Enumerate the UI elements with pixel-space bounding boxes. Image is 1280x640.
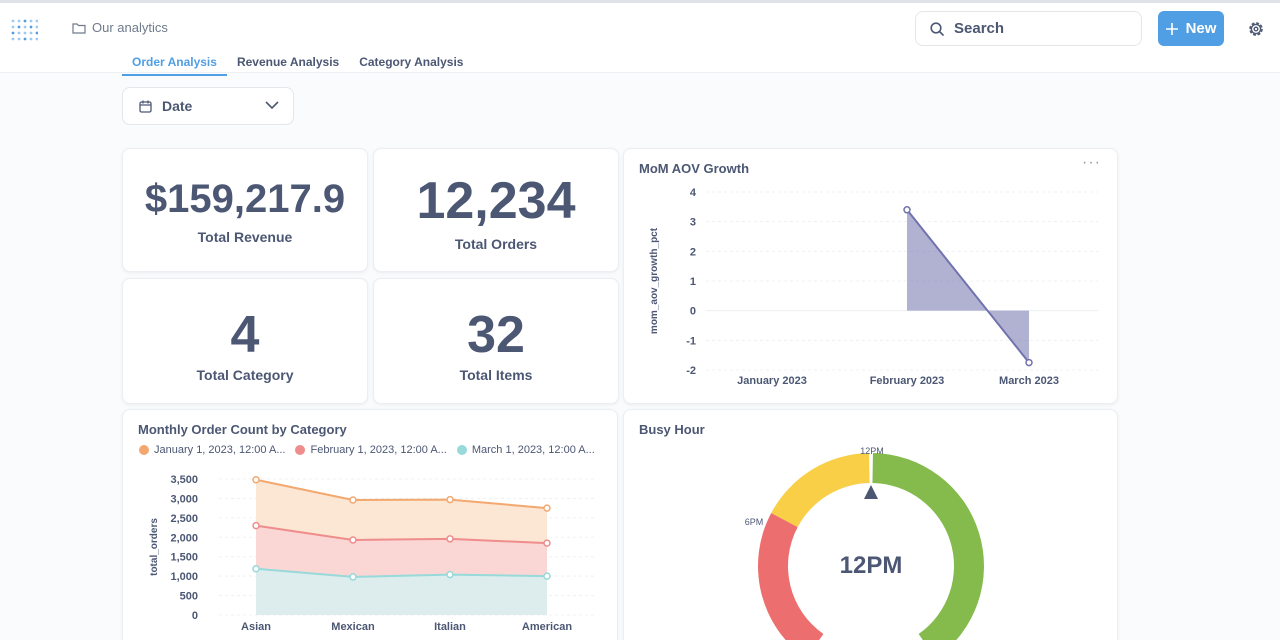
aov-x-tick-label: March 2023 — [999, 375, 1059, 387]
aov-y-tick-label: 1 — [690, 276, 696, 288]
top-navigation-bar: Our analytics Search New Order Analysis … — [0, 0, 1280, 76]
orders-y-tick-label: 1,500 — [170, 552, 198, 564]
orders-y-tick-label: 500 — [180, 591, 198, 603]
search-icon — [930, 21, 944, 36]
chevron-down-icon — [265, 101, 279, 110]
orders-point-february — [252, 521, 260, 530]
total-revenue-label: Total Revenue — [197, 229, 293, 245]
busy-hour-gauge: 12PM 12PM 6PM — [745, 446, 984, 640]
total-category-card[interactable]: 4 Total Category — [122, 278, 368, 404]
total-orders-card[interactable]: 12,234 Total Orders — [373, 148, 619, 272]
gauge-tick-label-12pm: 12PM — [860, 446, 884, 456]
orders-point-january — [349, 496, 357, 504]
tab-order-analysis[interactable]: Order Analysis — [122, 52, 227, 76]
aov-y-tick-label: -2 — [686, 365, 696, 377]
total-category-label: Total Category — [196, 367, 294, 383]
plus-icon — [1165, 22, 1178, 35]
tab-category-analysis[interactable]: Category Analysis — [349, 52, 473, 76]
orders-y-tick-label: 0 — [192, 610, 198, 622]
monthly-order-count-card[interactable]: Monthly Order Count by Category January … — [122, 409, 618, 640]
orders-y-tick-label: 3,500 — [170, 474, 198, 486]
orders-y-axis-label: total_orders — [149, 518, 160, 576]
gauge-needle — [864, 485, 878, 499]
breadcrumb-label: Our analytics — [92, 20, 168, 35]
aov-x-tick-label: January 2023 — [737, 375, 807, 387]
tab-revenue-analysis[interactable]: Revenue Analysis — [227, 52, 349, 76]
aov-point-february — [903, 206, 911, 214]
orders-x-tick-label: American — [522, 621, 572, 633]
orders-point-february — [543, 539, 551, 547]
orders-x-tick-label: Italian — [434, 621, 466, 633]
gauge-segment-yellow — [771, 453, 870, 528]
total-revenue-card[interactable]: $159,217.9 Total Revenue — [122, 148, 368, 272]
metabase-logo-icon[interactable] — [10, 16, 38, 44]
orders-point-march — [349, 573, 357, 581]
dashboard-tabs: Order Analysis Revenue Analysis Category… — [122, 52, 473, 76]
mom-aov-growth-card[interactable]: MoM AOV Growth ··· 4 3 2 1 0 -1 -2 January 2023… — [623, 148, 1118, 404]
orders-y-tick-label: 1,000 — [170, 571, 198, 583]
orders-x-tick-label: Mexican — [331, 621, 375, 633]
gear-icon[interactable] — [1247, 20, 1265, 38]
orders-point-january — [446, 495, 454, 504]
aov-y-tick-label: 3 — [690, 217, 696, 229]
orders-y-tick-label: 2,000 — [170, 532, 198, 544]
orders-x-tick-label: Asian — [241, 621, 271, 633]
total-items-value: 32 — [467, 306, 525, 364]
orders-point-january — [252, 476, 260, 484]
orders-point-february — [349, 536, 357, 544]
total-items-card[interactable]: 32 Total Items — [373, 278, 619, 404]
total-revenue-value: $159,217.9 — [144, 177, 346, 221]
aov-y-axis-label: mom_aov_growth_pct — [649, 227, 660, 334]
total-orders-value: 12,234 — [416, 172, 576, 230]
aov-y-tick-label: 2 — [690, 246, 696, 258]
orders-point-march — [446, 570, 454, 579]
busy-hour-card[interactable]: Busy Hour 12PM 12PM 6PM — [623, 409, 1118, 640]
orders-y-tick-label: 3,000 — [170, 493, 198, 505]
orders-y-tick-label: 2,500 — [170, 513, 198, 525]
search-input[interactable]: Search — [915, 11, 1142, 46]
orders-point-march — [543, 572, 551, 580]
total-orders-label: Total Orders — [454, 236, 538, 252]
aov-point-march — [1025, 358, 1033, 367]
mom-aov-growth-chart: 4 3 2 1 0 -1 -2 January 2023 February 2023 March … — [649, 187, 1098, 387]
date-filter[interactable]: Date — [122, 87, 294, 125]
breadcrumb[interactable]: Our analytics — [72, 20, 168, 35]
gauge-segment-red — [758, 512, 824, 640]
monthly-order-count-chart: 3,500 3,000 2,500 2,000 1,500 1,000 500 0 Asian M… — [149, 474, 595, 633]
orders-point-january — [543, 504, 551, 512]
aov-y-tick-label: 4 — [690, 187, 697, 199]
search-placeholder: Search — [954, 20, 1005, 37]
total-items-label: Total Items — [459, 367, 533, 383]
aov-y-tick-label: -1 — [686, 335, 696, 347]
new-button[interactable]: New — [1158, 11, 1224, 46]
aov-y-tick-label: 0 — [690, 306, 696, 318]
orders-point-february — [446, 535, 454, 543]
new-button-label: New — [1185, 20, 1217, 37]
total-category-value: 4 — [230, 306, 260, 364]
calendar-icon — [139, 100, 152, 113]
gauge-value-label: 12PM — [840, 552, 903, 579]
gauge-tick-label-6pm: 6PM — [745, 517, 764, 527]
orders-point-march — [252, 565, 260, 573]
gauge-segment-green — [872, 453, 984, 640]
folder-icon — [72, 22, 86, 34]
aov-x-tick-label: February 2023 — [870, 375, 945, 387]
date-filter-label: Date — [162, 98, 193, 114]
